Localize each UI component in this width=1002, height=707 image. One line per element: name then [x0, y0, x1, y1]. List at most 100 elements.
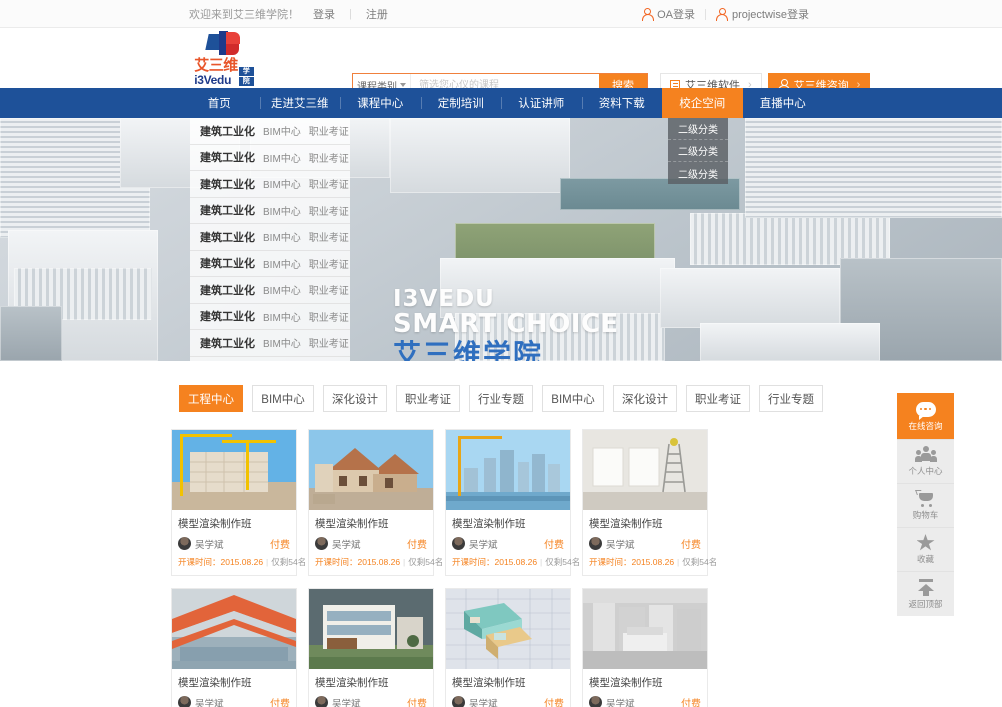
course-title: 模型渲染制作班: [452, 518, 526, 530]
nav-dropdown-label: 二级分类: [678, 147, 718, 158]
tab-bim-center-1[interactable]: BIM中心: [252, 385, 314, 412]
category-row[interactable]: 建筑工业化 BIM中心 职业考证 ›: [190, 330, 350, 357]
sidebar-item-favorites[interactable]: 收藏: [897, 528, 954, 572]
course-title: 模型渲染制作班: [315, 518, 389, 530]
banner-building: [0, 306, 62, 361]
separator: |: [403, 557, 406, 567]
category-row[interactable]: 建筑工业化 BIM中心 职业考证 ›: [190, 145, 350, 171]
course-teacher: 吴学斌: [469, 539, 498, 551]
course-seats-left: 仅剩54名: [271, 557, 307, 567]
course-meta: 吴学斌 付费: [452, 695, 564, 707]
nav-item-about[interactable]: 走进艾三维: [259, 88, 341, 118]
site-logo[interactable]: 艾三维 i3Vedu 学 院: [178, 31, 270, 87]
tab-certification-2[interactable]: 职业考证: [686, 385, 750, 412]
course-card-body: 模型渲染制作班 吴学斌 付费 开课时间：2015.08.26 | 仅剩54名: [309, 510, 443, 575]
course-card[interactable]: 模型渲染制作班 吴学斌 付费 开课时间：2015.08.26 | 仅剩54名: [582, 588, 708, 707]
nav-label: 定制培训: [437, 98, 484, 110]
course-card[interactable]: 模型渲染制作班 吴学斌 付费 开课时间：2015.08.26 | 仅剩54名: [308, 429, 443, 576]
nav-item-certified-lecturer[interactable]: 认证讲师: [501, 88, 582, 118]
course-card[interactable]: 模型渲染制作班 吴学斌 付费 开课时间：2015.08.26 | 仅剩54名: [171, 588, 297, 707]
category-row[interactable]: 建筑工业化 BIM中心 职业考证 ›: [190, 251, 350, 277]
category-row[interactable]: 建筑工业化 BIM中心 职业考证 ›: [190, 198, 350, 224]
sidebar-item-personal-center[interactable]: 个人中心: [897, 440, 954, 484]
divider: [704, 8, 706, 20]
course-teacher: 吴学斌: [332, 698, 361, 707]
logo-mark-icon: [205, 31, 241, 57]
nav-dropdown-item[interactable]: 二级分类: [668, 118, 728, 140]
nav-item-live-center[interactable]: 直播中心: [743, 88, 824, 118]
category-row[interactable]: 建筑工业化 BIM中心 职业考证 ›: [190, 171, 350, 198]
course-title: 模型渲染制作班: [178, 677, 252, 689]
sidebar-item-online-consult[interactable]: 在线咨询: [897, 393, 954, 440]
course-footer: 开课时间：2015.08.26 | 仅剩54名: [178, 556, 306, 568]
course-start-date: 开课时间：2015.08.26: [178, 557, 264, 567]
nav-label: 课程中心: [357, 98, 404, 110]
nav-dropdown-item[interactable]: 二级分类: [668, 162, 728, 184]
nav-dropdown-item[interactable]: 二级分类: [668, 140, 728, 162]
course-price-tag: 付费: [270, 699, 290, 707]
login-link[interactable]: 登录: [313, 6, 335, 22]
oa-login-button[interactable]: OA登录: [641, 6, 695, 22]
nav-dropdown-menu: 二级分类 二级分类 二级分类: [668, 118, 728, 184]
avatar: [315, 696, 328, 707]
course-card[interactable]: 模型渲染制作班 吴学斌 付费 开课时间：2015.08.26 | 仅剩54名: [582, 429, 717, 576]
course-card-body: 模型渲染制作班 吴学斌 付费 开课时间：2015.08.26 | 仅剩54名: [172, 669, 296, 707]
nav-label: 走进艾三维: [271, 98, 329, 110]
avatar: [178, 696, 191, 707]
course-card[interactable]: 模型渲染制作班 吴学斌 付费 开课时间：2015.08.26 | 仅剩54名: [308, 588, 434, 707]
course-thumbnail: [583, 589, 707, 669]
projectwise-login-button[interactable]: projectwise登录: [716, 6, 809, 22]
main-navigation: 首页 走进艾三维 课程中心 定制培训 认证讲师 资料下载 校企空间 直播中心: [0, 88, 1002, 118]
nav-items-container: 首页 走进艾三维 课程中心 定制培训 认证讲师 资料下载 校企空间 直播中心: [179, 88, 823, 118]
course-card-body: 模型渲染制作班 吴学斌 付费 开课时间：2015.08.26 | 仅剩54名: [309, 669, 433, 707]
users-icon: [914, 446, 937, 463]
course-card-body: 模型渲染制作班 吴学斌 付费 开课时间：2015.08.26 | 仅剩54名: [583, 669, 707, 707]
category-row[interactable]: 建筑工业化 BIM中心 职业考证 ›: [190, 304, 350, 330]
category-row[interactable]: 建筑工业化 BIM中心 职业考证 ›: [190, 277, 350, 304]
nav-label: 资料下载: [598, 98, 645, 110]
nav-item-downloads[interactable]: 资料下载: [581, 88, 663, 118]
tab-certification-1[interactable]: 职业考证: [396, 385, 460, 412]
nav-item-campus-enterprise[interactable]: 校企空间: [662, 88, 743, 118]
register-link[interactable]: 注册: [366, 6, 388, 22]
avatar: [315, 537, 328, 550]
course-start-date: 开课时间：2015.08.26: [589, 557, 675, 567]
tab-industry-topic-1[interactable]: 行业专题: [469, 385, 533, 412]
logo-badge-top: 学: [238, 67, 254, 76]
nav-item-custom-training[interactable]: 定制培训: [420, 88, 502, 118]
category-row[interactable]: 建筑工业化 BIM中心 职业考证 ›: [190, 224, 350, 251]
category-primary: 建筑工业化: [200, 152, 255, 165]
course-seats-left: 仅剩54名: [682, 557, 718, 567]
sidebar-item-back-to-top[interactable]: 返回顶部: [897, 572, 954, 616]
course-card[interactable]: 模型渲染制作班 吴学斌 付费 开课时间：2015.08.26 | 仅剩54名: [445, 429, 580, 576]
category-primary: 建筑工业化: [200, 231, 255, 244]
tab-detail-design-1[interactable]: 深化设计: [323, 385, 387, 412]
tab-engineering-center[interactable]: 工程中心: [179, 385, 243, 412]
nav-dropdown-label: 二级分类: [678, 169, 718, 181]
tab-label: BIM中心: [261, 393, 305, 406]
nav-item-home[interactable]: 首页: [179, 88, 260, 118]
course-teacher: 吴学斌: [195, 539, 224, 551]
category-row[interactable]: 建筑工业化 BIM中心 职业考证 ›: [190, 118, 350, 145]
tab-label: 行业专题: [768, 393, 814, 406]
course-card-body: 模型渲染制作班 吴学斌 付费 开课时间：2015.08.26 | 仅剩54名: [172, 510, 306, 575]
avatar: [452, 696, 465, 707]
nav-item-course-center[interactable]: 课程中心: [340, 88, 421, 118]
sidebar-label: 收藏: [916, 554, 934, 564]
category-tertiary: 职业考证: [308, 259, 349, 271]
course-card[interactable]: 模型渲染制作班 吴学斌 付费 开课时间：2015.08.26 | 仅剩54名: [171, 429, 306, 576]
category-primary: 建筑工业化: [200, 125, 255, 138]
course-card[interactable]: 模型渲染制作班 吴学斌 付费 开课时间：2015.08.26 | 仅剩54名: [445, 588, 571, 707]
course-teacher: 吴学斌: [606, 698, 635, 707]
tab-industry-topic-2[interactable]: 行业专题: [759, 385, 823, 412]
tab-detail-design-2[interactable]: 深化设计: [613, 385, 677, 412]
category-secondary: BIM中心: [263, 312, 301, 324]
main-content: 工程中心 BIM中心 深化设计 职业考证 行业专题 BIM中心 深化设计 职业考…: [0, 361, 1002, 707]
banner-building: [660, 268, 840, 328]
category-tertiary: 职业考证: [308, 312, 349, 324]
tab-bim-center-2[interactable]: BIM中心: [542, 385, 604, 412]
sidebar-item-shopping-cart[interactable]: 购物车: [897, 484, 954, 528]
course-teacher: 吴学斌: [606, 539, 635, 551]
category-secondary: BIM中心: [263, 259, 301, 271]
banner-building: [700, 323, 880, 361]
